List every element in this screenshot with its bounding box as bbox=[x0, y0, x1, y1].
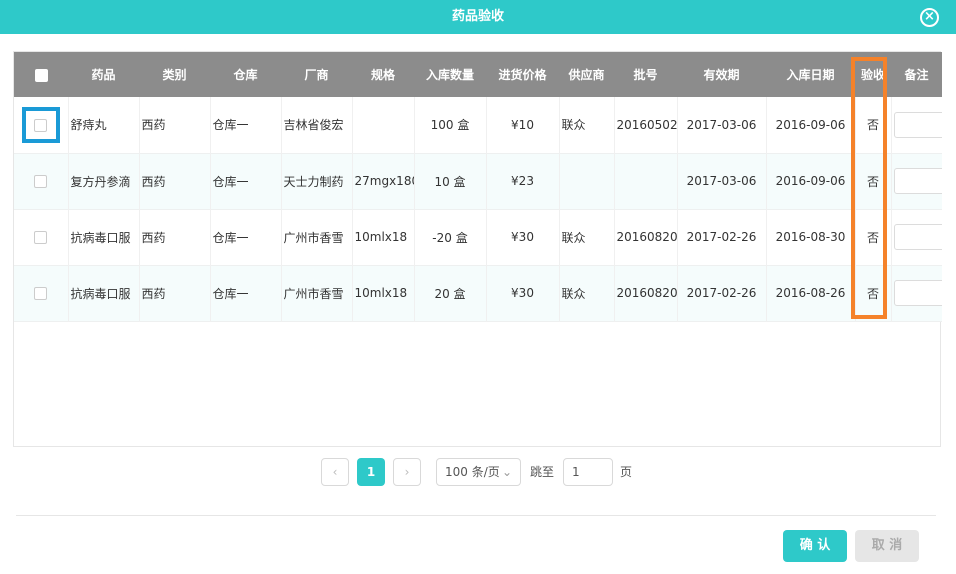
price-cell: ¥10 bbox=[486, 97, 560, 153]
batch-cell: 20160820 bbox=[614, 265, 678, 321]
price-cell: ¥30 bbox=[486, 265, 560, 321]
row-select-cell[interactable] bbox=[14, 209, 69, 265]
page-unit-label: 页 bbox=[620, 465, 633, 479]
remark-input[interactable] bbox=[893, 111, 942, 138]
qty-cell: 20 盒 bbox=[414, 265, 487, 321]
checkbox-highlight-box bbox=[22, 107, 60, 143]
warehouse-cell: 仓库一 bbox=[210, 153, 282, 209]
page-size-select[interactable]: 100 条/页 ⌄ bbox=[436, 458, 521, 486]
table-row[interactable]: 抗病毒口服 西药 仓库一 广州市香雪 10mlx18 -20 盒 ¥30 联众 … bbox=[14, 209, 942, 265]
col-header[interactable]: 仓库 bbox=[210, 52, 281, 97]
dialog-title: 药品验收 bbox=[451, 9, 504, 24]
next-page-button[interactable]: › bbox=[393, 458, 421, 486]
category-cell: 西药 bbox=[139, 209, 211, 265]
page-1-button[interactable]: 1 bbox=[357, 458, 385, 486]
row-checkbox[interactable] bbox=[34, 175, 48, 188]
col-header[interactable]: 厂商 bbox=[281, 52, 352, 97]
batch-cell bbox=[614, 153, 678, 209]
qty-cell: -20 盒 bbox=[414, 209, 487, 265]
category-cell: 西药 bbox=[139, 97, 211, 153]
drug-table: 药品 类别 仓库 厂商 规格 入库数量 进货价格 供应商 批号 有效期 入库日期… bbox=[13, 51, 942, 447]
cancel-button[interactable]: 取 消 bbox=[855, 530, 919, 562]
supplier-cell bbox=[559, 153, 615, 209]
drug-cell: 抗病毒口服 bbox=[68, 265, 140, 321]
select-all-checkbox[interactable] bbox=[34, 68, 48, 82]
chevron-down-icon: ⌄ bbox=[501, 465, 512, 479]
warehouse-cell: 仓库一 bbox=[210, 265, 282, 321]
stock-date-cell: 2016-08-30 bbox=[766, 209, 856, 265]
col-header[interactable]: 药品 bbox=[68, 52, 139, 97]
row-select-cell[interactable] bbox=[14, 153, 69, 209]
warehouse-cell: 仓库一 bbox=[210, 209, 282, 265]
expiry-cell: 2017-02-26 bbox=[677, 265, 767, 321]
batch-cell: 20160820 bbox=[614, 209, 678, 265]
remark-input[interactable] bbox=[893, 280, 942, 306]
page-size-value: 100 条/页 bbox=[445, 465, 500, 479]
batch-cell: 20160502 bbox=[614, 97, 678, 153]
row-checkbox[interactable] bbox=[34, 287, 48, 300]
stock-date-cell: 2016-09-06 bbox=[766, 153, 856, 209]
col-header[interactable]: 入库日期 bbox=[766, 52, 855, 97]
confirm-button[interactable]: 确 认 bbox=[783, 530, 847, 562]
spec-cell: 10mlx18 bbox=[352, 209, 415, 265]
expiry-cell: 2017-03-06 bbox=[677, 97, 767, 153]
accept-column-highlight-box bbox=[851, 57, 887, 319]
drug-cell: 复方丹参滴 bbox=[68, 153, 140, 209]
manufacturer-cell: 广州市香雪 bbox=[281, 265, 353, 321]
col-header[interactable]: 入库数量 bbox=[414, 52, 486, 97]
col-header[interactable]: 供应商 bbox=[559, 52, 614, 97]
drug-cell: 舒痔丸 bbox=[68, 97, 140, 153]
col-header[interactable]: 进货价格 bbox=[486, 52, 559, 97]
price-cell: ¥30 bbox=[486, 209, 560, 265]
qty-cell: 10 盒 bbox=[414, 153, 487, 209]
expiry-cell: 2017-02-26 bbox=[677, 209, 767, 265]
supplier-cell: 联众 bbox=[559, 265, 615, 321]
footer-divider bbox=[16, 515, 936, 516]
category-cell: 西药 bbox=[139, 265, 211, 321]
jump-page-input[interactable]: 1 bbox=[563, 458, 613, 486]
spec-cell bbox=[352, 97, 415, 153]
col-header[interactable]: 类别 bbox=[139, 52, 210, 97]
row-select-cell[interactable] bbox=[14, 265, 69, 321]
price-cell: ¥23 bbox=[486, 153, 560, 209]
manufacturer-cell: 广州市香雪 bbox=[281, 209, 353, 265]
dialog-titlebar: 药品验收 × bbox=[0, 0, 956, 34]
table-row[interactable]: 抗病毒口服 西药 仓库一 广州市香雪 10mlx18 20 盒 ¥30 联众 2… bbox=[14, 265, 942, 321]
remark-cell bbox=[891, 153, 942, 209]
spec-cell: 27mgx180 bbox=[352, 153, 415, 209]
select-all-cell[interactable] bbox=[14, 52, 68, 97]
spec-cell: 10mlx18 bbox=[352, 265, 415, 321]
close-icon[interactable]: × bbox=[920, 8, 939, 27]
remark-cell bbox=[891, 97, 942, 153]
stock-date-cell: 2016-08-26 bbox=[766, 265, 856, 321]
qty-cell: 100 盒 bbox=[414, 97, 487, 153]
remark-cell bbox=[891, 265, 942, 321]
pagination: ‹ 1 › 100 条/页 ⌄ 跳至 1 页 bbox=[0, 458, 956, 486]
supplier-cell: 联众 bbox=[559, 97, 615, 153]
col-header[interactable]: 有效期 bbox=[677, 52, 766, 97]
col-header[interactable]: 备注 bbox=[891, 52, 942, 97]
manufacturer-cell: 天士力制药 bbox=[281, 153, 353, 209]
warehouse-cell: 仓库一 bbox=[210, 97, 282, 153]
table-row[interactable]: 复方丹参滴 西药 仓库一 天士力制药 27mgx180 10 盒 ¥23 201… bbox=[14, 153, 942, 209]
category-cell: 西药 bbox=[139, 153, 211, 209]
remark-input[interactable] bbox=[893, 224, 942, 250]
prev-page-button[interactable]: ‹ bbox=[321, 458, 349, 486]
stock-date-cell: 2016-09-06 bbox=[766, 97, 856, 153]
jump-label: 跳至 bbox=[530, 465, 555, 479]
row-checkbox[interactable] bbox=[34, 231, 48, 244]
remark-input[interactable] bbox=[893, 168, 942, 194]
col-header[interactable]: 规格 bbox=[352, 52, 414, 97]
manufacturer-cell: 吉林省俊宏 bbox=[281, 97, 353, 153]
drug-cell: 抗病毒口服 bbox=[68, 209, 140, 265]
expiry-cell: 2017-03-06 bbox=[677, 153, 767, 209]
table-header-row: 药品 类别 仓库 厂商 规格 入库数量 进货价格 供应商 批号 有效期 入库日期… bbox=[14, 52, 942, 97]
supplier-cell: 联众 bbox=[559, 209, 615, 265]
table-row[interactable]: 舒痔丸 西药 仓库一 吉林省俊宏 100 盒 ¥10 联众 20160502 2… bbox=[14, 97, 942, 153]
col-header[interactable]: 批号 bbox=[614, 52, 677, 97]
remark-cell bbox=[891, 209, 942, 265]
